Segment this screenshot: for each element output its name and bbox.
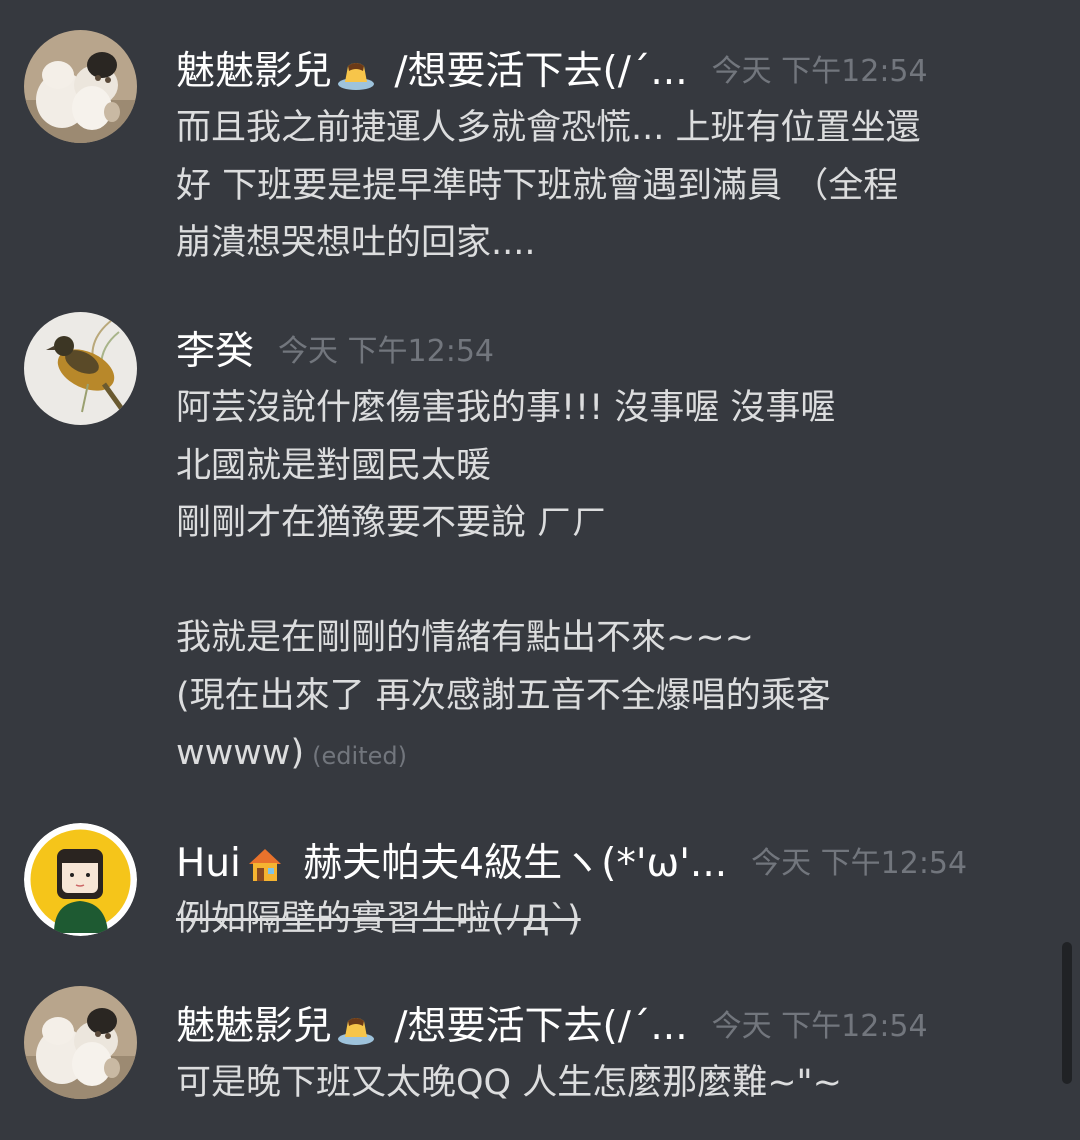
pudding-icon (338, 62, 375, 90)
user-avatar-cats[interactable] (24, 986, 137, 1099)
message-line: 阿芸沒說什麼傷害我的事!!! 沒事喔 沒事喔 (176, 388, 836, 428)
message-line: 剛剛才在猶豫要不要說 ㄏㄏ (176, 503, 608, 543)
message-timestamp: 今天 下午12:54 (278, 334, 495, 369)
message-line: 好 下班要是提早準時下班就會遇到滿員 （全程 (176, 165, 899, 206)
username[interactable]: 李癸 (176, 320, 254, 376)
edited-label: (edited) (312, 742, 407, 770)
message-timestamp: 今天 下午12:54 (751, 846, 968, 881)
message-timestamp: 今天 下午12:54 (711, 54, 928, 89)
message-content: 阿芸沒說什麼傷害我的事!!! 沒事喔 沒事喔 北國就是對國民太暖 剛剛才在猶豫要… (176, 380, 1040, 786)
message-line: wwww) (edited) (176, 725, 1040, 786)
pudding-icon (338, 1017, 375, 1045)
bird-avatar-image (24, 312, 137, 425)
message-line-text: wwww) (176, 733, 305, 773)
message-line: 而且我之前捷運人多就會恐慌... 上班有位置坐還 (176, 108, 921, 148)
girl-avatar-image (24, 823, 137, 936)
message-line: 崩潰想哭想吐的回家.... (176, 223, 536, 263)
house-icon (248, 848, 281, 881)
message-line: (現在出來了 再次感謝五音不全爆唱的乘客 (176, 675, 831, 716)
cats-avatar-image (24, 986, 137, 1099)
user-avatar-hui[interactable] (24, 823, 137, 936)
scrollbar-thumb[interactable] (1062, 942, 1072, 1084)
message-content: 例如隔壁的實習生啦(ﾉДˋ) (176, 891, 1040, 949)
user-avatar-cats[interactable] (24, 30, 137, 143)
message-line: 北國就是對國民太暖 (176, 445, 492, 486)
user-avatar-bird[interactable] (24, 312, 137, 425)
message-line-blank (176, 553, 1040, 611)
username[interactable]: 魅魅影兒 /想要活下去(/´... (176, 40, 688, 96)
cats-avatar-image (24, 30, 137, 143)
message-content: 而且我之前捷運人多就會恐慌... 上班有位置坐還 好 下班要是提早準時下班就會遇… (176, 100, 1040, 273)
username[interactable]: 魅魅影兒 /想要活下去(/´... (176, 995, 688, 1051)
message-timestamp: 今天 下午12:54 (711, 1009, 928, 1044)
message-line: 可是晚下班又太晚QQ 人生怎麼那麼難~"~ (176, 1063, 842, 1103)
message-line: 我就是在剛剛的情緒有點出不來~~~ (176, 618, 754, 658)
username[interactable]: Hui 赫夫帕夫4級生ヽ(*'ω'... (176, 832, 727, 888)
message-content: 可是晚下班又太晚QQ 人生怎麼那麼難~"~ (176, 1055, 1040, 1113)
message-line: 例如隔壁的實習生啦(ﾉДˋ) (176, 899, 581, 939)
